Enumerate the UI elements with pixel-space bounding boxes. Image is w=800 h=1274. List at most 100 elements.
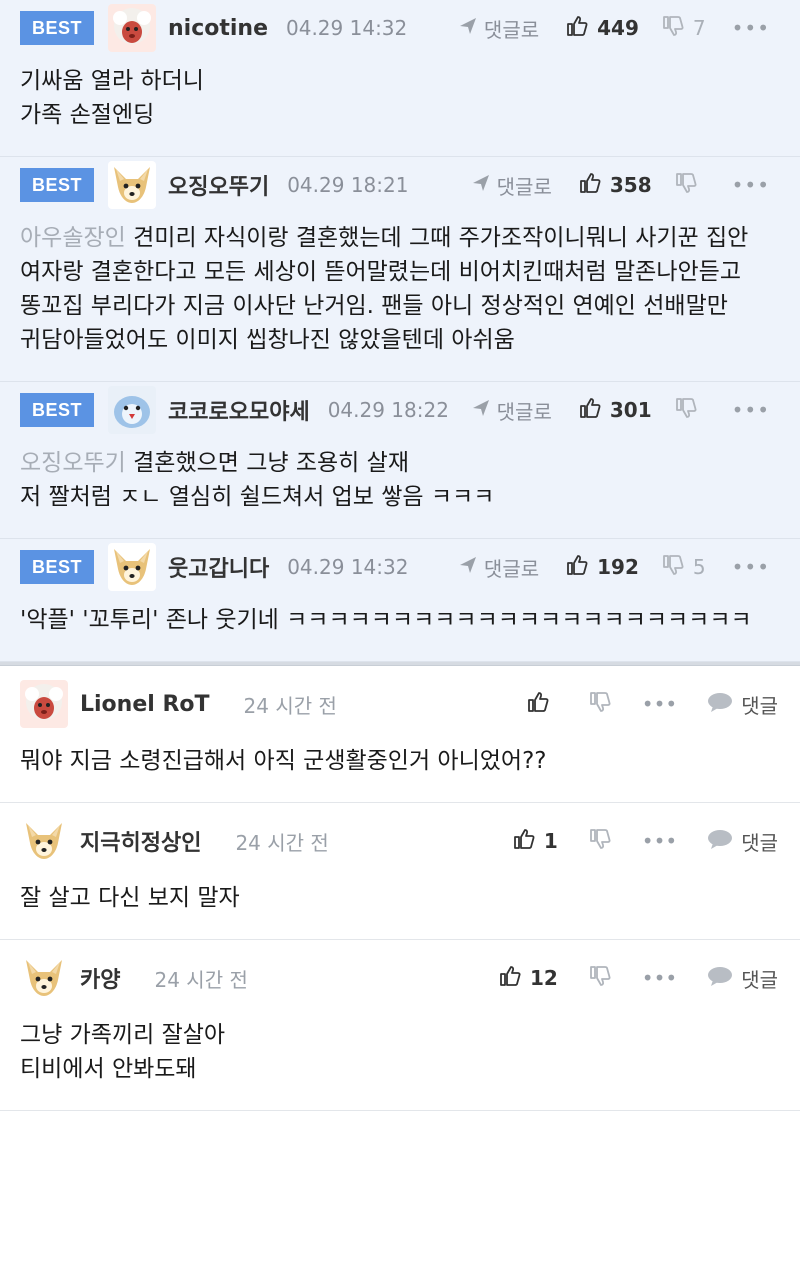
thumbs-up-icon	[565, 14, 597, 43]
best-comment: BEST nicotine 04.29 14:32 댓글로 449 7 ••• 기싸움 열라 …	[0, 0, 800, 157]
reply-button[interactable]: 댓글로	[471, 396, 552, 425]
speech-bubble-icon	[707, 965, 741, 992]
speech-bubble-icon	[707, 828, 741, 855]
best-comments-section: BEST nicotine 04.29 14:32 댓글로 449 7 ••• 기싸움 열라 …	[0, 0, 800, 662]
more-options-button[interactable]: •••	[732, 173, 770, 197]
nickname[interactable]: 카양	[80, 962, 120, 994]
more-options-button[interactable]: •••	[642, 829, 677, 853]
comment: Lionel RoT 24 시간 전 ••• 댓글뭐야 지금 소령진급해서 아직 군생…	[0, 666, 800, 803]
avatar[interactable]	[108, 543, 156, 591]
best-badge: BEST	[20, 168, 94, 202]
thumbs-down-icon	[661, 14, 693, 43]
more-options-button[interactable]: •••	[732, 555, 770, 579]
thumbs-up-icon	[512, 827, 544, 856]
mention-nickname[interactable]: 오징오뚜기	[20, 450, 126, 476]
comment-body: 그냥 가족끼리 잘살아 티비에서 안봐도돼	[20, 1016, 780, 1110]
like-button[interactable]: 1	[512, 827, 558, 856]
comment-feed: BEST nicotine 04.29 14:32 댓글로 449 7 ••• 기싸움 열라 …	[0, 0, 800, 1111]
best-comment: BEST 코코로오모야세 04.29 18:22 댓글로 301 ••• 오징오뚜기 결혼했…	[0, 382, 800, 539]
more-options-button[interactable]: •••	[642, 966, 677, 990]
dislike-count: 7	[692, 16, 706, 40]
comment-header: BEST 오징오뚜기 04.29 18:21 댓글로 358 •••	[20, 157, 780, 213]
comment-text-line: 티비에서 안봐도돼	[20, 1056, 197, 1082]
best-badge: BEST	[20, 11, 94, 45]
avatar[interactable]	[108, 161, 156, 209]
comment-actions: 댓글로 301 •••	[471, 382, 770, 438]
more-options-button[interactable]: •••	[732, 16, 770, 40]
more-options-button[interactable]: •••	[642, 692, 677, 716]
reply-label: 댓글로	[496, 174, 552, 199]
thumbs-up-icon	[565, 553, 597, 582]
thumbs-up-icon	[578, 396, 610, 425]
avatar[interactable]	[20, 954, 68, 1002]
reply-button[interactable]: 댓글로	[458, 553, 539, 582]
timestamp: 04.29 14:32	[286, 16, 408, 40]
nickname[interactable]: 지극히정상인	[80, 825, 201, 857]
thumbs-up-icon	[578, 171, 610, 200]
thumbs-up-icon	[498, 964, 530, 993]
reply-button[interactable]: 댓글로	[458, 14, 539, 43]
comment-body: 잘 살고 다신 보지 말자	[20, 879, 780, 939]
comment-body: 아우솔장인 견미리 자식이랑 결혼했는데 그때 주가조작이니뭐니 사기꾼 집안 …	[20, 213, 780, 381]
comment-body: 기싸움 열라 하더니 가족 손절엔딩	[20, 56, 780, 156]
reply-button[interactable]: 댓글	[707, 827, 778, 856]
comment-header: 카양 24 시간 전 12 ••• 댓글	[20, 940, 780, 1016]
reply-label: 댓글로	[483, 556, 540, 581]
timestamp: 04.29 14:32	[287, 555, 409, 579]
timestamp: 24 시간 전	[154, 967, 248, 992]
dislike-button[interactable]	[588, 827, 612, 855]
like-button[interactable]: 301	[578, 396, 652, 425]
dislike-button[interactable]	[674, 396, 706, 425]
nickname[interactable]: 코코로오모야세	[168, 394, 310, 426]
thumbs-down-icon	[674, 396, 706, 425]
reply-button[interactable]: 댓글	[707, 690, 778, 719]
comment-body: '악플' '꼬투리' 존나 웃기네 ㅋㅋㅋㅋㅋㅋㅋㅋㅋㅋㅋㅋㅋㅋㅋㅋㅋㅋㅋㅋㅋㅋ	[20, 595, 780, 661]
nickname[interactable]: 웃고갑니다	[168, 551, 269, 583]
dislike-button[interactable]: 5	[661, 553, 706, 582]
dislike-button[interactable]	[588, 690, 612, 718]
comment-actions: 12 ••• 댓글	[498, 940, 778, 1016]
thumbs-down-icon	[588, 827, 612, 855]
mention-nickname[interactable]: 아우솔장인	[20, 225, 126, 251]
like-button[interactable]: 192	[565, 553, 639, 582]
like-button[interactable]: 449	[565, 14, 639, 43]
dislike-button[interactable]: 7	[661, 14, 706, 43]
comment-body: 뭐야 지금 소령진급해서 아직 군생활중인거 아니었어??	[20, 742, 780, 802]
like-button[interactable]: 12	[498, 964, 558, 993]
avatar[interactable]	[20, 680, 68, 728]
reply-arrow-icon	[458, 16, 484, 41]
best-comment: BEST 오징오뚜기 04.29 18:21 댓글로 358 ••• 아우솔장인 견미리 자…	[0, 157, 800, 382]
comments-section: Lionel RoT 24 시간 전 ••• 댓글 뭐야 지금 소령진급해서 아직 군생…	[0, 666, 800, 1111]
reply-arrow-icon	[471, 173, 497, 198]
reply-button[interactable]: 댓글로	[471, 171, 552, 200]
nickname[interactable]: Lionel RoT	[80, 692, 210, 717]
nickname[interactable]: 오징오뚜기	[168, 169, 269, 201]
comment-actions: 댓글로 358 •••	[471, 157, 770, 213]
timestamp: 04.29 18:21	[287, 173, 409, 197]
thumbs-down-icon	[588, 690, 612, 718]
comment-actions: 댓글로 192 5 •••	[458, 539, 770, 595]
comment-header: 지극히정상인 24 시간 전 1 ••• 댓글	[20, 803, 780, 879]
avatar[interactable]	[108, 4, 156, 52]
thumbs-up-icon	[526, 690, 558, 719]
dislike-button[interactable]	[674, 171, 706, 200]
more-options-button[interactable]: •••	[732, 398, 770, 422]
like-button[interactable]: 358	[578, 171, 652, 200]
reply-label: 댓글	[741, 830, 778, 855]
timestamp: 04.29 18:22	[327, 398, 449, 422]
comment-text-content: 결혼했으면 그냥 조용히 살재	[133, 450, 409, 476]
like-count: 301	[609, 398, 652, 422]
like-count: 192	[597, 555, 639, 579]
comment-header: BEST 코코로오모야세 04.29 18:22 댓글로 301 •••	[20, 382, 780, 438]
timestamp: 24 시간 전	[243, 693, 337, 718]
thumbs-down-icon	[661, 553, 693, 582]
like-button[interactable]	[526, 690, 558, 719]
reply-button[interactable]: 댓글	[707, 964, 778, 993]
dislike-button[interactable]	[588, 964, 612, 992]
reply-label: 댓글로	[496, 399, 552, 424]
avatar[interactable]	[108, 386, 156, 434]
avatar[interactable]	[20, 817, 68, 865]
comment-text: 오징오뚜기 결혼했으면 그냥 조용히 살재	[20, 446, 780, 480]
comment-header: Lionel RoT 24 시간 전 ••• 댓글	[20, 666, 780, 742]
nickname[interactable]: nicotine	[168, 16, 268, 41]
